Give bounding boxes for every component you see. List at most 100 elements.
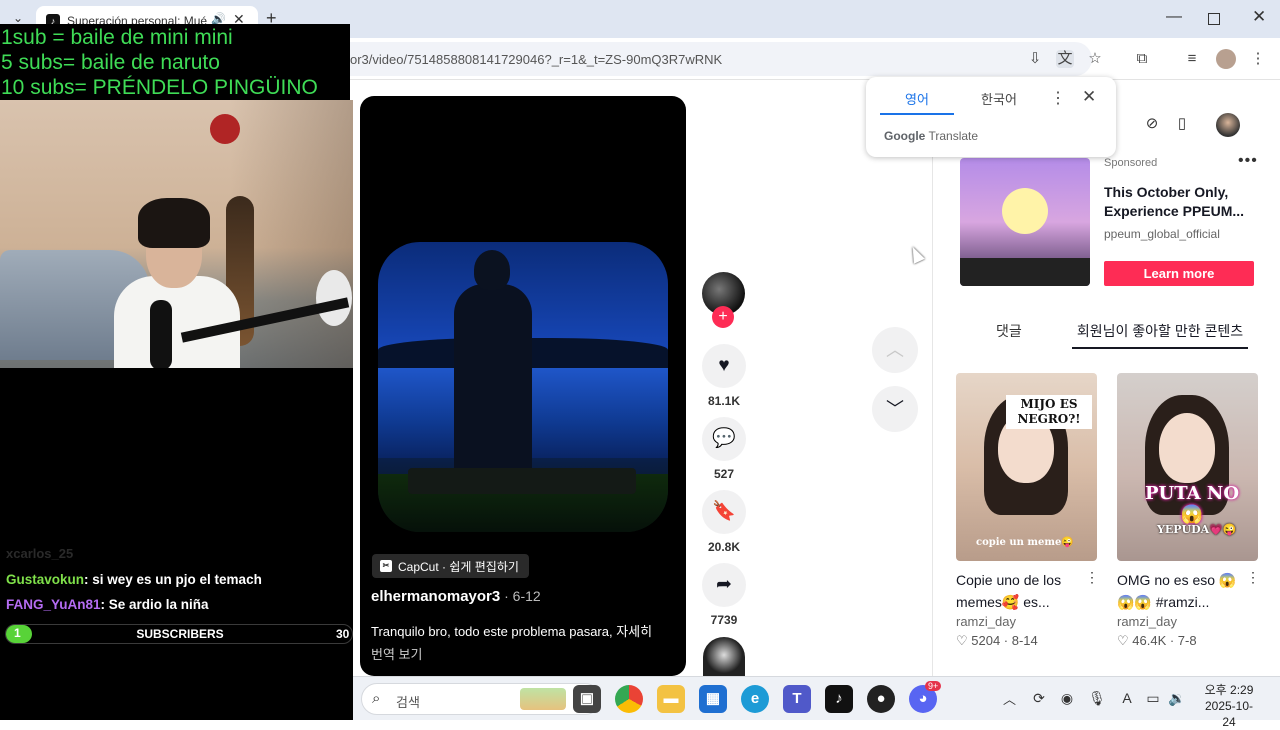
- compass-icon[interactable]: ⊘: [1140, 112, 1164, 136]
- taskbar-search-placeholder[interactable]: 검색: [396, 692, 420, 711]
- follow-plus-icon[interactable]: +: [712, 306, 734, 328]
- ad-image[interactable]: [960, 158, 1090, 286]
- obs-icon[interactable]: ●: [867, 685, 895, 713]
- previous-video-chevron-up-icon[interactable]: ︿: [872, 327, 918, 373]
- tab-recommended[interactable]: 회원님이 좋아할 만한 콘텐츠: [1072, 321, 1248, 349]
- see-translation-link[interactable]: 번역 보기: [371, 644, 422, 663]
- art-figure-body: [454, 284, 532, 474]
- recommended-thumbnail[interactable]: PUTA NO😱 YEPUDA💗😜: [1117, 373, 1258, 561]
- recommended-user[interactable]: ramzi_day: [1117, 614, 1177, 629]
- share-count: 7739: [710, 613, 738, 627]
- author-name[interactable]: elhermanomayor3: [371, 588, 500, 605]
- address-bar[interactable]: or3/video/7514858808141729046?_r=1&_t=ZS…: [300, 42, 1092, 76]
- search-icon: ⌕: [372, 690, 381, 707]
- bookmark-star-icon[interactable]: ☆: [1085, 49, 1105, 69]
- share-arrow-icon[interactable]: ➦: [702, 563, 746, 607]
- tiktok-icon[interactable]: ♪: [825, 685, 853, 713]
- chat-message: FANG_YuAn81: Se ardio la niña: [6, 597, 209, 612]
- wall-hat: [210, 114, 240, 144]
- teams-icon[interactable]: T: [783, 685, 811, 713]
- webcam-feed: [0, 100, 353, 368]
- next-video-avatar[interactable]: [703, 637, 745, 677]
- recommended-user[interactable]: ramzi_day: [956, 614, 1016, 629]
- save-count: 20.8K: [707, 540, 741, 554]
- stream-chat-panel: xcarlos_25 Gustavokun: si wey es un pjo …: [0, 368, 353, 720]
- video-player[interactable]: ✂ CapCut · 쉽게 편집하기 elhermanomayor3 · 6-1…: [360, 96, 686, 676]
- translate-source-tab[interactable]: 영어: [880, 89, 954, 115]
- chrome-icon[interactable]: [615, 685, 643, 713]
- edge-icon[interactable]: e: [741, 685, 769, 713]
- video-artwork: [378, 242, 668, 532]
- translate-target-tab[interactable]: 한국어: [962, 89, 1036, 108]
- recommended-menu-icon[interactable]: ⋮: [1246, 569, 1260, 586]
- taskbar-search[interactable]: ⌕ 검색: [361, 683, 601, 715]
- like-count: 81.1K: [707, 394, 741, 408]
- install-app-icon[interactable]: ⇩: [1026, 50, 1044, 68]
- volume-icon[interactable]: 🔉: [1167, 688, 1187, 708]
- windows-taskbar: ⌕ 검색 ▣ ▬ ▦ e T ♪ ● ◕ 9+ ︿ ⟳ ◉ 🎙 A ▭ 🔉 오후…: [353, 676, 1280, 729]
- microphone-icon[interactable]: 🎙: [1087, 688, 1107, 708]
- goal-line-2: 5 subs= baile de naruto: [1, 51, 220, 74]
- user-avatar[interactable]: [1216, 113, 1240, 137]
- art-figure-head: [474, 250, 510, 290]
- ad-handle[interactable]: ppeum_global_official: [1104, 227, 1220, 241]
- bookmark-icon[interactable]: 🔖: [702, 490, 746, 534]
- ad-title[interactable]: This October Only, Experience PPEUM...: [1104, 183, 1264, 221]
- network-icon[interactable]: ▭: [1143, 688, 1163, 708]
- sync-icon[interactable]: ⟳: [1029, 688, 1049, 708]
- google-brand: Google: [884, 129, 926, 143]
- translate-footer-label: Translate: [928, 129, 979, 143]
- file-explorer-icon[interactable]: ▬: [657, 685, 685, 713]
- media-controls-icon[interactable]: ≡: [1182, 49, 1202, 69]
- next-video-chevron-down-icon[interactable]: ﹀: [872, 386, 918, 432]
- mouse-cursor-icon: [907, 244, 925, 264]
- recommended-date: · 7-8: [1166, 633, 1197, 648]
- window-maximize-icon[interactable]: [1208, 13, 1220, 25]
- recommended-title[interactable]: Copie uno de los memes🥰 es...: [956, 569, 1086, 613]
- clock-date: 2025-10-24: [1204, 699, 1254, 729]
- tab-comments[interactable]: 댓글: [996, 321, 1022, 341]
- recommended-meta: ♡ 5204 · 8-14: [956, 633, 1038, 649]
- capcut-badge[interactable]: ✂ CapCut · 쉽게 편집하기: [372, 554, 529, 578]
- recommended-title[interactable]: OMG no es eso 😱 😱😱 #ramzi...: [1117, 569, 1247, 613]
- window-minimize-icon[interactable]: —: [1166, 8, 1182, 26]
- store-icon[interactable]: ▦: [699, 685, 727, 713]
- ad-ground: [960, 258, 1090, 286]
- chat-faded-username: xcarlos_25: [6, 546, 74, 561]
- translate-close-icon[interactable]: ✕: [1082, 87, 1096, 107]
- clock-time: 오후 2:29: [1204, 683, 1254, 697]
- chat-username: FANG_YuAn81: [6, 597, 101, 612]
- thumb-bottom-text: YEPUDA💗😜: [1157, 523, 1237, 536]
- mobile-device-icon[interactable]: ▯: [1170, 112, 1194, 136]
- streamer-hair: [138, 198, 210, 248]
- url-text[interactable]: or3/video/7514858808141729046?_r=1&_t=ZS…: [350, 52, 722, 67]
- capcut-label: CapCut · 쉽게 편집하기: [398, 559, 519, 574]
- taskbar-clock[interactable]: 오후 2:29 2025-10-24: [1201, 682, 1257, 730]
- tray-chevron-up-icon[interactable]: ︿: [1003, 689, 1016, 708]
- video-author[interactable]: elhermanomayor3 · 6-12: [371, 588, 541, 605]
- ime-icon[interactable]: A: [1117, 688, 1137, 708]
- recommended-thumbnail[interactable]: MIJO ES NEGRO?! copie un meme😜: [956, 373, 1097, 561]
- recommended-menu-icon[interactable]: ⋮: [1085, 569, 1099, 586]
- extensions-puzzle-icon[interactable]: ⧉: [1132, 49, 1152, 69]
- sub-goals-box: 1sub = baile de mini mini 5 subs= baile …: [0, 24, 350, 100]
- translate-icon[interactable]: 文: [1056, 50, 1074, 68]
- subscriber-label: SUBSCRIBERS: [136, 627, 224, 641]
- ad-more-icon[interactable]: •••: [1238, 152, 1258, 170]
- window-close-icon[interactable]: ✕: [1252, 7, 1266, 27]
- like-heart-icon[interactable]: ♥: [702, 344, 746, 388]
- chat-text: : si wey es un pjo el temach: [84, 572, 262, 587]
- browser-menu-icon[interactable]: ⋮: [1248, 49, 1268, 69]
- video-caption[interactable]: Tranquilo bro, todo este problema pasara…: [371, 621, 652, 640]
- goal-line-3: 10 subs= PRÉNDELO PINGÜINO: [1, 76, 318, 99]
- comment-bubble-icon[interactable]: 💬: [702, 417, 746, 461]
- profile-avatar-icon[interactable]: [1216, 49, 1236, 69]
- task-view-icon[interactable]: ▣: [573, 685, 601, 713]
- thumb-face: [1159, 413, 1215, 483]
- translate-menu-icon[interactable]: ⋮: [1050, 88, 1066, 108]
- recommended-date: · 8-14: [1000, 633, 1038, 648]
- thumb-overlay-text: PUTA NO😱: [1144, 483, 1239, 525]
- security-icon[interactable]: ◉: [1057, 688, 1077, 708]
- recommended-meta: ♡ 46.4K · 7-8: [1117, 633, 1197, 649]
- learn-more-button[interactable]: Learn more: [1104, 261, 1254, 286]
